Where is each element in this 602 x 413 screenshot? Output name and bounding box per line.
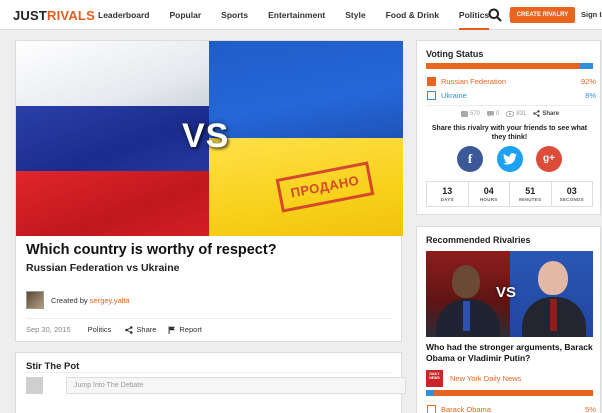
nav-link-leaderboard[interactable]: Leaderboard	[98, 0, 150, 30]
nav-link-food-drink[interactable]: Food & Drink	[386, 0, 439, 30]
nav-link-style[interactable]: Style	[345, 0, 365, 30]
voting-status-card: Voting Status Russian Federation 92% Ukr…	[416, 40, 601, 215]
rivalry-question: Which country is worthy of respect?	[26, 242, 277, 258]
comment-icon	[487, 110, 495, 117]
creator-avatar[interactable]	[26, 291, 44, 309]
top-nav: JUSTRIVALS Leaderboard Popular Sports En…	[0, 0, 602, 30]
rivalry-meta: Sep 30, 2015 Politics Share Report	[26, 325, 214, 334]
share-button[interactable]: Share	[125, 325, 156, 334]
create-rivalry-button[interactable]: CREATE RIVALRY	[510, 7, 575, 23]
creator-link[interactable]: sergey.yalta	[90, 296, 130, 305]
divider	[26, 318, 392, 319]
vote-progress-fill	[426, 63, 580, 69]
nav-link-popular[interactable]: Popular	[170, 0, 202, 30]
google-plus-share-button[interactable]: g+	[536, 146, 562, 172]
sign-in-link[interactable]: Sign In	[581, 10, 602, 19]
vote-option-ukraine[interactable]: Ukraine 8%	[426, 91, 596, 101]
rivalry-subtitle: Russian Federation vs Ukraine	[26, 262, 180, 274]
recommended-progress-fill	[426, 390, 435, 396]
tag-icon	[461, 110, 468, 117]
divider	[26, 372, 392, 373]
vote-progress-bar	[426, 63, 593, 69]
recommended-source: DAILY NEWS New York Daily News	[426, 370, 521, 387]
rivalry-card: VS ПРОДАНО Which country is worthy of re…	[15, 40, 403, 342]
countdown-hours: 04 HOURS	[469, 182, 510, 206]
divider	[426, 105, 593, 106]
twitter-share-button[interactable]	[497, 146, 523, 172]
nav-link-entertainment[interactable]: Entertainment	[268, 0, 325, 30]
nav-link-sports[interactable]: Sports	[221, 0, 248, 30]
stir-the-pot-card: Stir The Pot	[15, 352, 406, 413]
russia-flag	[16, 41, 209, 236]
share-prompt: Share this rivalry with your friends to …	[431, 125, 588, 141]
recommended-rivalry-image[interactable]: VS	[426, 251, 593, 337]
rivalry-stats: 570 0 831 Share	[461, 110, 566, 117]
creator-info: Created by sergey.yalta	[26, 291, 130, 309]
comments-stat: 0	[487, 110, 499, 117]
countdown-seconds: 03 SECONDS	[559, 186, 584, 202]
eye-icon	[506, 110, 515, 117]
share-icon	[125, 325, 133, 334]
checkbox-unchecked[interactable]	[427, 405, 436, 413]
flag-icon	[169, 326, 176, 334]
checkbox-unchecked[interactable]	[427, 91, 436, 100]
votes-stat: 831	[506, 110, 526, 117]
debate-input[interactable]	[66, 377, 406, 394]
facebook-share-button[interactable]: f	[457, 146, 483, 172]
rivalry-hero-image: VS ПРОДАНО	[16, 41, 403, 236]
nav-link-politics[interactable]: Politics	[458, 0, 490, 30]
countdown-days: 13 DAYS	[427, 182, 469, 206]
twitter-icon	[503, 153, 517, 165]
recommended-rivalries-card: Recommended Rivalries VS Who had the str…	[416, 226, 601, 413]
stats-share-button[interactable]: Share	[533, 110, 559, 117]
stir-title: Stir The Pot	[26, 361, 80, 372]
recommended-vs-label: VS	[496, 284, 517, 301]
report-button[interactable]: Report	[168, 325, 202, 334]
recommended-progress-bar	[426, 390, 593, 396]
views-stat: 570	[461, 110, 480, 117]
recommended-option-obama[interactable]: Barack Obama 5%	[426, 405, 596, 413]
daily-news-logo: DAILY NEWS	[426, 370, 443, 387]
voting-title: Voting Status	[426, 49, 484, 59]
source-link[interactable]: New York Daily News	[450, 374, 521, 383]
checkbox-checked[interactable]	[427, 77, 436, 86]
recommended-question[interactable]: Who had the stronger arguments, Barack O…	[426, 342, 593, 364]
category-link[interactable]: Politics	[88, 325, 112, 334]
search-icon[interactable]	[488, 8, 502, 22]
user-avatar	[26, 377, 43, 394]
vote-option-russia[interactable]: Russian Federation 92%	[426, 77, 596, 87]
recommended-title: Recommended Rivalries	[426, 235, 531, 245]
created-by-text: Created by sergey.yalta	[51, 295, 130, 305]
countdown-minutes: 51 MINUTES	[510, 182, 552, 206]
share-icon	[533, 110, 541, 117]
hero-vs-label: VS	[182, 117, 230, 155]
logo[interactable]: JUSTRIVALS	[13, 8, 95, 23]
rivalry-date: Sep 30, 2015	[26, 325, 71, 334]
countdown-timer: 13 DAYS 04 HOURS 51 MINUTES 03 SECONDS	[426, 181, 593, 207]
